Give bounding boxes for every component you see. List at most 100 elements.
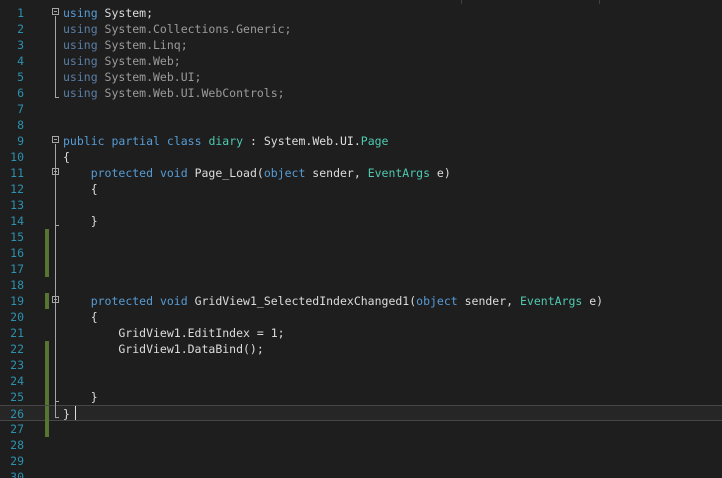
- code-token: partial: [111, 134, 160, 148]
- code-line[interactable]: 7: [0, 101, 722, 117]
- code-token: using: [63, 6, 98, 20]
- code-line[interactable]: 27: [0, 421, 722, 437]
- line-number: 12: [10, 182, 24, 196]
- line-number: 16: [10, 246, 24, 260]
- code-line[interactable]: 29: [0, 453, 722, 469]
- code-line[interactable]: 11 protected void Page_Load(object sende…: [0, 165, 722, 181]
- code-line[interactable]: 9 public partial class diary : System.Web…: [0, 133, 722, 149]
- code-line[interactable]: 5 using System.Web.UI;: [0, 69, 722, 85]
- code-token: sender,: [457, 294, 520, 308]
- fold-end-tick: [55, 401, 59, 402]
- line-number: 15: [10, 230, 24, 244]
- code-line[interactable]: 2 using System.Collections.Generic;: [0, 21, 722, 37]
- code-token: {: [63, 182, 98, 196]
- code-token: sender,: [305, 166, 368, 180]
- code-text[interactable]: {: [63, 309, 98, 325]
- code-line[interactable]: 15: [0, 229, 722, 245]
- code-text[interactable]: using System.Web;: [63, 53, 181, 69]
- code-token: class: [166, 134, 202, 148]
- line-number: 28: [10, 438, 24, 452]
- code-text[interactable]: using System;: [63, 5, 153, 21]
- code-text[interactable]: GridView1.DataBind();: [63, 341, 263, 357]
- code-line[interactable]: 21 GridView1.EditIndex = 1;: [0, 325, 722, 341]
- code-line[interactable]: 8: [0, 117, 722, 133]
- code-text[interactable]: protected void Page_Load(object sender, …: [63, 165, 451, 181]
- code-text[interactable]: {: [63, 149, 70, 165]
- line-number: 29: [10, 454, 24, 468]
- code-text[interactable]: public partial class diary : System.Web.…: [63, 133, 388, 149]
- line-number: 27: [10, 422, 24, 436]
- code-line[interactable]: 23: [0, 357, 722, 373]
- code-line[interactable]: 25 }: [0, 389, 722, 405]
- code-line[interactable]: 14 }: [0, 213, 722, 229]
- code-text[interactable]: using System.Web.UI.WebControls;: [63, 85, 285, 101]
- line-number: 9: [17, 134, 24, 148]
- code-line[interactable]: 6 using System.Web.UI.WebControls;: [0, 85, 722, 101]
- change-indicator: [45, 373, 49, 389]
- code-text[interactable]: {: [63, 181, 98, 197]
- code-line[interactable]: 3 using System.Linq;: [0, 37, 722, 53]
- line-number: 23: [10, 358, 24, 372]
- code-line[interactable]: 17: [0, 261, 722, 277]
- code-token: {: [63, 150, 70, 164]
- code-line[interactable]: 4 using System.Web;: [0, 53, 722, 69]
- fold-guide-line: [55, 304, 56, 401]
- code-text[interactable]: }: [63, 389, 98, 405]
- code-token: : System.Web.UI.: [243, 134, 361, 148]
- strip-divider: [599, 0, 600, 4]
- code-line[interactable]: 10 {: [0, 149, 722, 165]
- line-number: 14: [10, 214, 24, 228]
- code-editor[interactable]: 1 using System; 2 using System.Collections.…: [0, 0, 722, 478]
- code-text[interactable]: using System.Web.UI;: [63, 69, 201, 85]
- fold-guide-line: [55, 16, 56, 97]
- line-number: 13: [10, 198, 24, 212]
- code-line[interactable]: 19 protected void GridView1_SelectedInde…: [0, 293, 722, 309]
- line-number: 18: [10, 278, 24, 292]
- code-line[interactable]: 20 {: [0, 309, 722, 325]
- line-number: 20: [10, 310, 24, 324]
- code-token: }: [63, 390, 98, 404]
- code-text[interactable]: }: [63, 406, 76, 422]
- code-line[interactable]: 12 {: [0, 181, 722, 197]
- line-number: 10: [10, 150, 24, 164]
- code-token: Page_Load(: [187, 166, 264, 180]
- code-line[interactable]: 30: [0, 469, 722, 478]
- code-token: using: [63, 22, 98, 36]
- code-line[interactable]: 1 using System;: [0, 5, 722, 21]
- code-text[interactable]: }: [63, 213, 98, 229]
- code-token: protected: [90, 166, 154, 180]
- code-token: Page: [360, 134, 389, 148]
- collapse-icon[interactable]: [52, 136, 59, 143]
- code-line[interactable]: 22 GridView1.DataBind();: [0, 341, 722, 357]
- collapse-icon[interactable]: [52, 8, 59, 15]
- code-line[interactable]: 28: [0, 437, 722, 453]
- line-number: 4: [17, 54, 24, 68]
- line-number: 3: [17, 38, 24, 52]
- code-text[interactable]: protected void GridView1_SelectedIndexCh…: [63, 293, 603, 309]
- code-token: }: [63, 407, 70, 421]
- code-text[interactable]: using System.Linq;: [63, 37, 188, 53]
- code-token: System;: [97, 6, 154, 20]
- code-line[interactable]: 13: [0, 197, 722, 213]
- fold-end-tick: [55, 97, 59, 98]
- code-text[interactable]: GridView1.EditIndex = 1;: [63, 325, 285, 341]
- code-line[interactable]: 26}: [0, 405, 722, 422]
- code-token: protected: [90, 294, 154, 308]
- code-token: System.Web.UI.WebControls;: [97, 86, 285, 100]
- code-token: System.Collections.Generic;: [97, 22, 292, 36]
- fold-end-tick: [55, 417, 59, 418]
- code-line[interactable]: 24: [0, 373, 722, 389]
- change-indicator: [45, 293, 49, 309]
- code-text[interactable]: using System.Collections.Generic;: [63, 21, 292, 37]
- code-token: GridView1.EditIndex = 1;: [63, 326, 285, 340]
- change-indicator: [45, 421, 49, 437]
- code-line[interactable]: 18: [0, 277, 722, 293]
- code-line[interactable]: 16: [0, 245, 722, 261]
- change-indicator: [45, 341, 49, 357]
- line-number: 17: [10, 262, 24, 276]
- fold-guide-line: [55, 176, 56, 225]
